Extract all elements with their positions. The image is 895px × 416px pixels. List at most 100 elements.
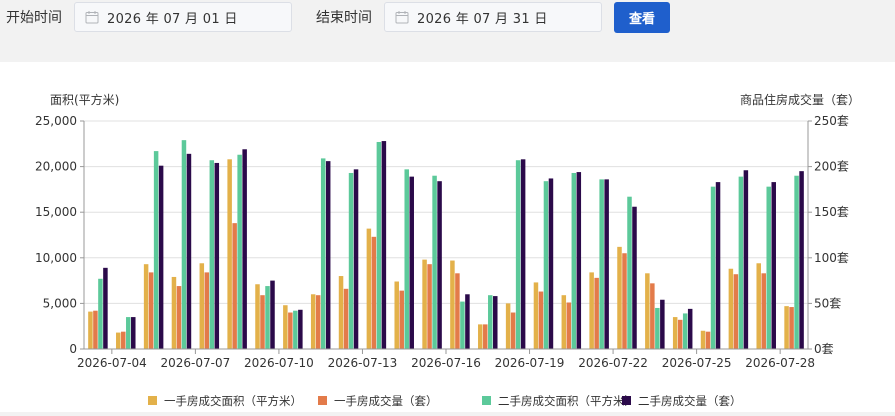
bar bbox=[488, 295, 493, 349]
x-tick-label: 2026-07-13 bbox=[328, 356, 398, 370]
legend-swatch bbox=[482, 396, 491, 405]
bar bbox=[143, 264, 149, 349]
bar bbox=[604, 179, 609, 349]
query-button[interactable]: 查看 bbox=[614, 2, 670, 33]
bar bbox=[126, 317, 131, 349]
bar bbox=[116, 332, 121, 349]
bar bbox=[409, 176, 414, 349]
bar bbox=[672, 317, 678, 349]
calendar-icon bbox=[85, 11, 99, 24]
bar bbox=[353, 169, 359, 349]
x-tick-label: 2026-07-07 bbox=[161, 356, 231, 370]
bar bbox=[450, 260, 455, 349]
bar bbox=[265, 286, 270, 349]
bar bbox=[427, 264, 432, 349]
bar bbox=[186, 153, 192, 349]
bar bbox=[548, 178, 554, 349]
end-date-value: 2026 年 07 月 31 日 bbox=[417, 11, 548, 27]
bar bbox=[437, 181, 442, 349]
bar bbox=[232, 223, 237, 349]
bar bbox=[460, 301, 465, 349]
bar bbox=[483, 324, 488, 349]
bar bbox=[599, 179, 604, 349]
bar bbox=[204, 272, 210, 349]
bar bbox=[209, 160, 215, 349]
legend-swatch bbox=[622, 396, 631, 405]
bar bbox=[617, 246, 622, 349]
bar bbox=[348, 172, 354, 349]
bar bbox=[121, 331, 126, 349]
legend-swatch bbox=[318, 396, 327, 405]
bar bbox=[237, 154, 242, 349]
bar bbox=[158, 165, 164, 349]
filter-bar: 开始时间 2026 年 07 月 01 日 结束时间 2026 年 07 月 3… bbox=[0, 0, 895, 60]
x-tick-label: 2026-07-28 bbox=[745, 356, 815, 370]
bar bbox=[784, 306, 789, 349]
bar bbox=[366, 228, 372, 349]
bar bbox=[687, 308, 693, 349]
bar bbox=[756, 263, 761, 349]
bar bbox=[455, 273, 460, 349]
right-tick-label: 0套 bbox=[814, 342, 834, 356]
bar bbox=[260, 295, 265, 349]
right-tick-label: 200套 bbox=[814, 160, 849, 174]
legend-label: 二手房成交量（套） bbox=[638, 394, 742, 408]
bar bbox=[733, 274, 739, 349]
bar bbox=[103, 267, 108, 349]
end-date-picker[interactable]: 2026 年 07 月 31 日 bbox=[384, 2, 602, 32]
bar bbox=[153, 151, 159, 349]
bar bbox=[343, 288, 349, 349]
bar bbox=[381, 141, 387, 349]
bar bbox=[320, 158, 326, 349]
bar bbox=[399, 290, 404, 349]
bar bbox=[227, 159, 232, 349]
bar bbox=[660, 299, 665, 349]
bar bbox=[622, 253, 627, 349]
left-tick-label: 15,000 bbox=[35, 205, 77, 219]
legend-label: 二手房成交面积（平方米） bbox=[498, 394, 636, 408]
left-tick-label: 25,000 bbox=[35, 114, 77, 128]
bar bbox=[176, 286, 182, 349]
bar bbox=[493, 296, 498, 349]
bar bbox=[465, 294, 470, 349]
left-tick-label: 5,000 bbox=[43, 296, 77, 310]
left-tick-label: 20,000 bbox=[35, 160, 77, 174]
bar bbox=[645, 273, 650, 349]
bar bbox=[543, 181, 549, 349]
bar bbox=[310, 294, 316, 349]
bar bbox=[394, 281, 399, 349]
bar bbox=[131, 317, 136, 349]
bar bbox=[799, 171, 804, 349]
bar bbox=[576, 172, 582, 349]
bar bbox=[766, 186, 771, 349]
right-tick-label: 100套 bbox=[814, 251, 849, 265]
bar bbox=[561, 295, 567, 349]
bar bbox=[283, 305, 288, 349]
bar bbox=[214, 162, 220, 349]
bar bbox=[510, 312, 516, 349]
right-tick-label: 150套 bbox=[814, 205, 849, 219]
bar bbox=[682, 313, 688, 349]
bar bbox=[255, 284, 260, 349]
bar bbox=[571, 172, 577, 349]
bar bbox=[422, 259, 427, 349]
bar bbox=[432, 175, 437, 349]
x-tick-label: 2026-07-25 bbox=[662, 356, 732, 370]
bar bbox=[677, 319, 683, 349]
x-tick-label: 2026-07-16 bbox=[411, 356, 481, 370]
bar bbox=[298, 309, 303, 349]
bar bbox=[88, 311, 93, 349]
bar bbox=[338, 276, 344, 349]
bar bbox=[533, 282, 539, 349]
bar bbox=[761, 273, 766, 349]
bar bbox=[738, 176, 744, 349]
bar bbox=[270, 280, 275, 349]
bar bbox=[181, 140, 187, 349]
start-date-picker[interactable]: 2026 年 07 月 01 日 bbox=[74, 2, 292, 32]
legend-label: 一手房成交面积（平方米） bbox=[164, 394, 302, 408]
left-tick-label: 0 bbox=[69, 342, 77, 356]
bar bbox=[794, 175, 799, 349]
legend-label: 一手房成交量（套） bbox=[334, 394, 438, 408]
bar bbox=[789, 307, 794, 349]
bar bbox=[710, 186, 716, 349]
